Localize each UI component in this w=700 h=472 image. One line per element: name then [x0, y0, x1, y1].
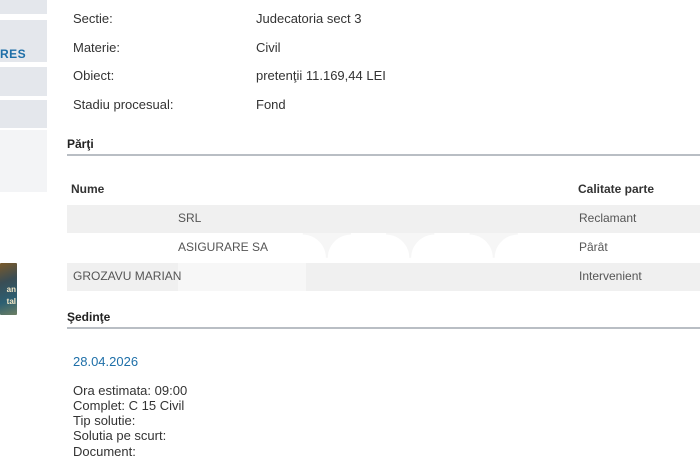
hearing-panel: Complet: C 15 Civil [73, 398, 185, 413]
label-stadiu-procesual: Stadiu procesual: [73, 97, 174, 112]
value-obiect: pretenţii 11.169,44 LEI [256, 68, 386, 83]
table-row: ASIGURARE SA Pârât [67, 234, 700, 262]
sidebar-banner[interactable]: an tal [0, 130, 47, 315]
book-cover-text: tal [6, 297, 16, 306]
table-row: SRL Reclamant [67, 205, 700, 233]
party-role: Intervenient [579, 269, 642, 283]
party-name: GROZAVU MARIAN [73, 269, 182, 283]
sidebar-item-res[interactable]: RES [0, 20, 47, 62]
party-role: Pârât [579, 240, 608, 254]
section-divider [67, 327, 700, 329]
hearing-time: Ora estimata: 09:00 [73, 383, 188, 398]
book-cover-image[interactable]: an tal [0, 263, 17, 315]
section-title-parti: Părţi [67, 137, 94, 151]
label-obiect: Obiect: [73, 68, 115, 83]
table-row: GROZAVU MARIAN Intervenient [67, 263, 700, 291]
value-materie: Civil [256, 40, 281, 55]
value-sectie: Judecatoria sect 3 [256, 11, 362, 26]
redacted-area [178, 263, 306, 291]
column-header-calitate: Calitate parte [578, 182, 655, 196]
book-cover-text: an [6, 285, 16, 294]
solution-summary: Solutia pe scurt: [73, 428, 167, 443]
label-materie: Materie: [73, 40, 120, 55]
value-stadiu-procesual: Fond [256, 97, 286, 112]
sidebar-item-top[interactable] [0, 0, 47, 14]
document-field: Document: [73, 444, 136, 459]
section-title-sedinte: Şedinţe [67, 310, 111, 324]
hearing-date-link[interactable]: 28.04.2026 [73, 354, 138, 369]
solution-type: Tip solutie: [73, 413, 136, 428]
party-name: ASIGURARE SA [178, 240, 269, 254]
party-name: SRL [178, 211, 202, 225]
section-divider [67, 154, 700, 156]
party-role: Reclamant [579, 211, 637, 225]
sidebar-item[interactable] [0, 100, 47, 128]
sidebar-item[interactable] [0, 67, 47, 96]
label-sectie: Sectie: [73, 11, 113, 26]
column-header-nume: Nume [71, 182, 105, 196]
sidebar-item-label: RES [0, 47, 27, 61]
